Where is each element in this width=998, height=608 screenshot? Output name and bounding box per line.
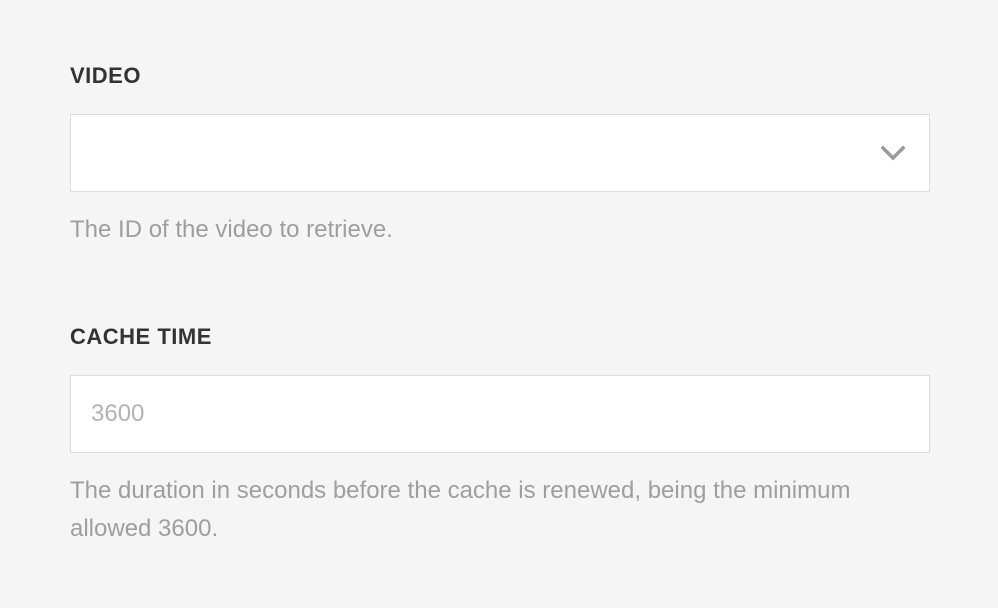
video-label: VIDEO [70, 63, 141, 88]
video-help-text: The ID of the video to retrieve. [70, 216, 393, 243]
chevron-down-icon [879, 141, 907, 165]
cache-time-input[interactable] [71, 376, 929, 452]
cache-time-field-box [70, 375, 930, 453]
cache-time-label: CACHE TIME [70, 324, 212, 349]
video-select[interactable] [70, 114, 930, 192]
cache-time-help-text: The duration in seconds before the cache… [70, 477, 851, 542]
